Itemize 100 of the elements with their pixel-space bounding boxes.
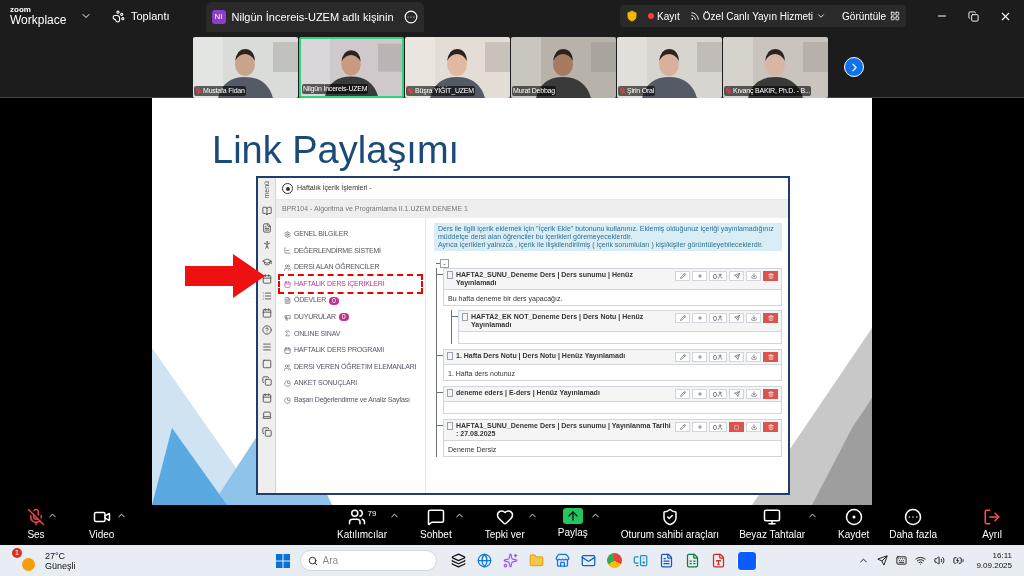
pdf-icon[interactable] bbox=[710, 553, 726, 568]
delete-button[interactable] bbox=[763, 422, 778, 432]
book-icon[interactable] bbox=[261, 205, 272, 216]
delete-button[interactable] bbox=[763, 313, 778, 323]
spreadsheet-icon[interactable] bbox=[684, 553, 700, 568]
document-icon bbox=[284, 297, 291, 305]
pencil-icon bbox=[679, 273, 686, 279]
toolbar-button[interactable]: Sohbet bbox=[420, 508, 452, 542]
menu-icon[interactable] bbox=[261, 341, 272, 352]
calendar-icon[interactable] bbox=[261, 273, 272, 284]
chevron-down-icon bbox=[816, 11, 827, 21]
browser-icon[interactable] bbox=[476, 553, 492, 568]
keyboard-icon[interactable] bbox=[896, 555, 908, 566]
clock-date[interactable]: 9.09.2025 bbox=[976, 560, 1012, 571]
monitor-icon[interactable] bbox=[632, 553, 648, 568]
view-button[interactable]: Görüntüle bbox=[842, 8, 900, 24]
square-icon[interactable] bbox=[261, 358, 272, 369]
more-icon[interactable] bbox=[403, 10, 418, 24]
task-view-icon[interactable] bbox=[450, 553, 466, 568]
pie-chart-icon bbox=[284, 380, 291, 388]
copy-icon[interactable] bbox=[261, 375, 272, 386]
publish-button[interactable] bbox=[729, 389, 744, 399]
drag-handle-icon[interactable] bbox=[447, 271, 453, 279]
publish-button[interactable] bbox=[729, 271, 744, 281]
toolbar-button[interactable]: Tepki ver bbox=[484, 508, 525, 542]
add-button[interactable] bbox=[692, 271, 707, 281]
sparkle-icon[interactable] bbox=[502, 553, 518, 568]
next-page-button[interactable] bbox=[844, 57, 864, 77]
download-button[interactable] bbox=[746, 313, 761, 323]
download-icon bbox=[750, 315, 757, 321]
delete-button[interactable] bbox=[763, 389, 778, 399]
toolbar-button[interactable]: 79 Katılımcılar bbox=[337, 508, 387, 542]
list-icon[interactable] bbox=[261, 290, 272, 301]
live-stream-menu[interactable]: Özel Canlı Yayın Hizmeti bbox=[689, 8, 827, 24]
edit-button[interactable] bbox=[675, 389, 690, 399]
drag-handle-icon[interactable] bbox=[447, 352, 453, 360]
calendar-icon[interactable] bbox=[261, 307, 272, 318]
avatar: NI bbox=[211, 10, 226, 24]
edit-button[interactable] bbox=[675, 352, 690, 362]
users-icon bbox=[284, 363, 291, 371]
user-icon bbox=[716, 315, 723, 321]
add-button[interactable] bbox=[692, 389, 707, 399]
person-icon[interactable] bbox=[261, 239, 272, 250]
paw-icon bbox=[112, 9, 125, 23]
toolbar-button[interactable]: Beyaz Tahtalar bbox=[739, 508, 806, 542]
toolbar-button[interactable]: Video bbox=[89, 508, 115, 542]
shield-icon bbox=[660, 508, 679, 526]
delete-button[interactable] bbox=[763, 271, 778, 281]
whiteboard-icon bbox=[763, 508, 782, 526]
shared-screen-tab[interactable]: NI Nilgün İncereis-UZEM adlı kişinin bbox=[205, 2, 424, 32]
leave-button[interactable]: Ayrıl bbox=[982, 508, 1002, 542]
add-button[interactable] bbox=[692, 352, 707, 362]
toolbar-button[interactable]: Ses bbox=[27, 508, 45, 542]
chat-icon bbox=[426, 508, 445, 526]
search-field[interactable]: Ara bbox=[299, 550, 437, 571]
drag-handle-icon[interactable] bbox=[447, 422, 453, 430]
add-button[interactable] bbox=[692, 313, 707, 323]
edit-button[interactable] bbox=[675, 313, 690, 323]
pencil-icon bbox=[679, 424, 686, 430]
trash-icon bbox=[767, 424, 774, 430]
store-icon[interactable] bbox=[554, 553, 570, 568]
trash-icon bbox=[767, 391, 774, 397]
restore-icon[interactable] bbox=[968, 10, 979, 22]
shield-icon[interactable] bbox=[626, 10, 639, 22]
help-icon[interactable] bbox=[261, 324, 272, 335]
trash-icon bbox=[767, 315, 774, 321]
user-icon bbox=[716, 424, 723, 430]
graduation-cap-icon[interactable] bbox=[261, 256, 272, 267]
download-button[interactable] bbox=[746, 422, 761, 432]
add-button[interactable] bbox=[692, 422, 707, 432]
clock-time[interactable]: 16:11 bbox=[992, 550, 1012, 561]
edit-button[interactable] bbox=[675, 422, 690, 432]
drag-handle-icon[interactable] bbox=[447, 389, 453, 397]
record-icon bbox=[844, 508, 863, 526]
copy-icon[interactable] bbox=[261, 426, 272, 437]
toolbar-button[interactable]: Oturum sahibi araçları bbox=[620, 508, 720, 542]
calendar-icon[interactable] bbox=[261, 392, 272, 403]
drag-handle-icon[interactable] bbox=[462, 313, 468, 321]
edit-button[interactable] bbox=[675, 271, 690, 281]
volume-icon[interactable] bbox=[934, 555, 946, 566]
battery-icon[interactable] bbox=[953, 555, 965, 566]
wifi-icon[interactable] bbox=[915, 555, 927, 566]
laptop-icon[interactable] bbox=[261, 409, 272, 420]
meeting-menu[interactable]: Toplantı bbox=[112, 7, 170, 25]
logo-top-text: zoom bbox=[10, 6, 32, 14]
toolbar-button[interactable]: Kaydet bbox=[838, 508, 870, 542]
toolbar-button[interactable]: Paylaş bbox=[557, 508, 588, 540]
weather-condition: Güneşli bbox=[45, 560, 76, 571]
mail-icon[interactable] bbox=[580, 553, 596, 568]
document-icon[interactable] bbox=[261, 222, 272, 233]
windows-start-icon[interactable] bbox=[275, 553, 290, 568]
recording-indicator[interactable]: Kayıt bbox=[648, 8, 680, 24]
download-button[interactable] bbox=[746, 271, 761, 281]
download-button[interactable] bbox=[746, 352, 761, 362]
delete-button[interactable] bbox=[763, 352, 778, 362]
publish-button[interactable] bbox=[729, 352, 744, 362]
download-button[interactable] bbox=[746, 389, 761, 399]
document-icon[interactable] bbox=[658, 553, 674, 568]
toolbar-button[interactable]: Daha fazla bbox=[889, 508, 938, 542]
publish-button[interactable] bbox=[729, 313, 744, 323]
